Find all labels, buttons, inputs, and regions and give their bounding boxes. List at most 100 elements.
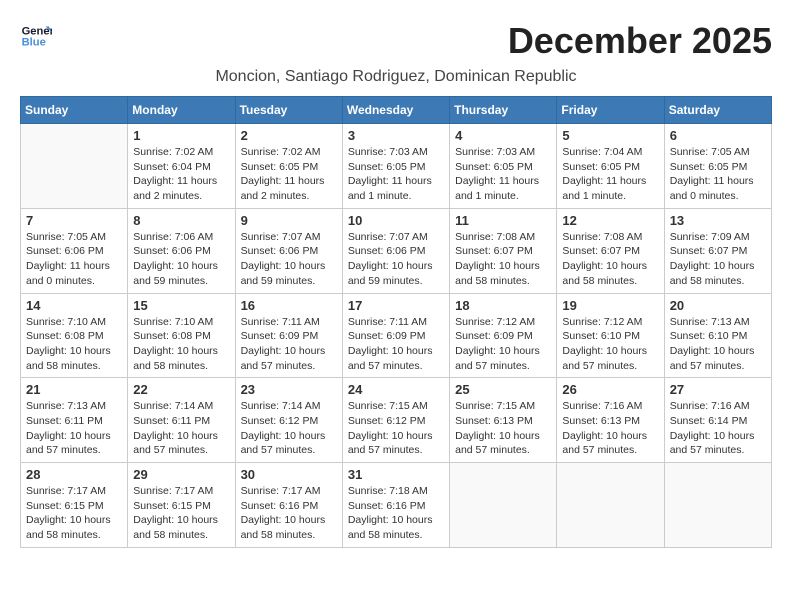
cell-day-number: 29 — [133, 467, 229, 482]
cell-day-number: 31 — [348, 467, 444, 482]
weekday-header-tuesday: Tuesday — [235, 97, 342, 124]
cell-day-number: 9 — [241, 213, 337, 228]
calendar-cell: 14 Sunrise: 7:10 AM Sunset: 6:08 PM Dayli… — [21, 293, 128, 378]
cell-info-text: Sunrise: 7:18 AM Sunset: 6:16 PM Dayligh… — [348, 484, 444, 543]
cell-day-number: 1 — [133, 128, 229, 143]
cell-day-number: 8 — [133, 213, 229, 228]
page-header: General Blue December 2025 — [20, 20, 772, 66]
cell-info-text: Sunrise: 7:11 AM Sunset: 6:09 PM Dayligh… — [241, 315, 337, 374]
calendar-cell — [557, 463, 664, 548]
cell-info-text: Sunrise: 7:15 AM Sunset: 6:12 PM Dayligh… — [348, 399, 444, 458]
logo-icon: General Blue — [20, 20, 52, 52]
calendar-cell: 18 Sunrise: 7:12 AM Sunset: 6:09 PM Dayli… — [450, 293, 557, 378]
cell-info-text: Sunrise: 7:10 AM Sunset: 6:08 PM Dayligh… — [26, 315, 122, 374]
cell-info-text: Sunrise: 7:14 AM Sunset: 6:12 PM Dayligh… — [241, 399, 337, 458]
cell-day-number: 10 — [348, 213, 444, 228]
calendar-cell: 4Sunrise: 7:03 AM Sunset: 6:05 PM Daylig… — [450, 124, 557, 209]
calendar-week-row: 14 Sunrise: 7:10 AM Sunset: 6:08 PM Dayli… — [21, 293, 772, 378]
cell-info-text: Sunrise: 7:03 AM Sunset: 6:05 PM Dayligh… — [455, 145, 551, 204]
page-container: General Blue December 2025 Moncion, Sant… — [20, 20, 772, 548]
cell-info-text: Sunrise: 7:06 AM Sunset: 6:06 PM Dayligh… — [133, 230, 229, 289]
calendar-cell: 26 Sunrise: 7:16 AM Sunset: 6:13 PM Dayli… — [557, 378, 664, 463]
cell-info-text: Sunrise: 7:08 AM Sunset: 6:07 PM Dayligh… — [455, 230, 551, 289]
cell-day-number: 13 — [670, 213, 766, 228]
weekday-header-row: SundayMondayTuesdayWednesdayThursdayFrid… — [21, 97, 772, 124]
calendar-cell: 8 Sunrise: 7:06 AM Sunset: 6:06 PM Daylig… — [128, 208, 235, 293]
cell-day-number: 15 — [133, 298, 229, 313]
weekday-header-thursday: Thursday — [450, 97, 557, 124]
calendar-cell: 31 Sunrise: 7:18 AM Sunset: 6:16 PM Dayli… — [342, 463, 449, 548]
cell-info-text: Sunrise: 7:15 AM Sunset: 6:13 PM Dayligh… — [455, 399, 551, 458]
calendar-cell — [664, 463, 771, 548]
calendar-cell: 21 Sunrise: 7:13 AM Sunset: 6:11 PM Dayli… — [21, 378, 128, 463]
cell-day-number: 6 — [670, 128, 766, 143]
calendar-cell: 28Sunrise: 7:17 AM Sunset: 6:15 PM Dayli… — [21, 463, 128, 548]
calendar-cell: 5 Sunrise: 7:04 AM Sunset: 6:05 PM Daylig… — [557, 124, 664, 209]
cell-day-number: 30 — [241, 467, 337, 482]
calendar-cell: 27 Sunrise: 7:16 AM Sunset: 6:14 PM Dayli… — [664, 378, 771, 463]
calendar-cell: 3 Sunrise: 7:03 AM Sunset: 6:05 PM Daylig… — [342, 124, 449, 209]
logo: General Blue — [20, 20, 56, 52]
cell-day-number: 7 — [26, 213, 122, 228]
calendar-cell: 11 Sunrise: 7:08 AM Sunset: 6:07 PM Dayli… — [450, 208, 557, 293]
cell-day-number: 14 — [26, 298, 122, 313]
cell-info-text: Sunrise: 7:07 AM Sunset: 6:06 PM Dayligh… — [241, 230, 337, 289]
calendar-cell: 22 Sunrise: 7:14 AM Sunset: 6:11 PM Dayli… — [128, 378, 235, 463]
calendar-cell: 12Sunrise: 7:08 AM Sunset: 6:07 PM Dayli… — [557, 208, 664, 293]
calendar-cell: 15 Sunrise: 7:10 AM Sunset: 6:08 PM Dayli… — [128, 293, 235, 378]
calendar-cell: 30Sunrise: 7:17 AM Sunset: 6:16 PM Dayli… — [235, 463, 342, 548]
calendar-week-row: 1Sunrise: 7:02 AM Sunset: 6:04 PM Daylig… — [21, 124, 772, 209]
cell-info-text: Sunrise: 7:11 AM Sunset: 6:09 PM Dayligh… — [348, 315, 444, 374]
calendar-cell — [450, 463, 557, 548]
title-section: December 2025 — [508, 20, 772, 62]
cell-info-text: Sunrise: 7:04 AM Sunset: 6:05 PM Dayligh… — [562, 145, 658, 204]
cell-info-text: Sunrise: 7:16 AM Sunset: 6:14 PM Dayligh… — [670, 399, 766, 458]
cell-info-text: Sunrise: 7:09 AM Sunset: 6:07 PM Dayligh… — [670, 230, 766, 289]
calendar-cell: 23Sunrise: 7:14 AM Sunset: 6:12 PM Dayli… — [235, 378, 342, 463]
calendar-cell: 20Sunrise: 7:13 AM Sunset: 6:10 PM Dayli… — [664, 293, 771, 378]
cell-day-number: 22 — [133, 382, 229, 397]
location-title: Moncion, Santiago Rodriguez, Dominican R… — [20, 68, 772, 86]
cell-info-text: Sunrise: 7:12 AM Sunset: 6:10 PM Dayligh… — [562, 315, 658, 374]
cell-info-text: Sunrise: 7:17 AM Sunset: 6:15 PM Dayligh… — [133, 484, 229, 543]
calendar-cell: 6 Sunrise: 7:05 AM Sunset: 6:05 PM Daylig… — [664, 124, 771, 209]
cell-info-text: Sunrise: 7:13 AM Sunset: 6:11 PM Dayligh… — [26, 399, 122, 458]
calendar-cell: 13 Sunrise: 7:09 AM Sunset: 6:07 PM Dayli… — [664, 208, 771, 293]
calendar-cell: 9 Sunrise: 7:07 AM Sunset: 6:06 PM Daylig… — [235, 208, 342, 293]
cell-day-number: 11 — [455, 213, 551, 228]
cell-info-text: Sunrise: 7:03 AM Sunset: 6:05 PM Dayligh… — [348, 145, 444, 204]
cell-info-text: Sunrise: 7:12 AM Sunset: 6:09 PM Dayligh… — [455, 315, 551, 374]
calendar-cell: 17Sunrise: 7:11 AM Sunset: 6:09 PM Dayli… — [342, 293, 449, 378]
calendar-week-row: 28 Sunrise: 7:17 AM Sunset: 6:15 PM Dayli… — [21, 463, 772, 548]
cell-day-number: 21 — [26, 382, 122, 397]
cell-day-number: 18 — [455, 298, 551, 313]
cell-info-text: Sunrise: 7:05 AM Sunset: 6:05 PM Dayligh… — [670, 145, 766, 204]
cell-info-text: Sunrise: 7:05 AM Sunset: 6:06 PM Dayligh… — [26, 230, 122, 289]
calendar-cell — [21, 124, 128, 209]
cell-info-text: Sunrise: 7:07 AM Sunset: 6:06 PM Dayligh… — [348, 230, 444, 289]
cell-day-number: 2 — [241, 128, 337, 143]
calendar-cell: 1Sunrise: 7:02 AM Sunset: 6:04 PM Daylig… — [128, 124, 235, 209]
cell-day-number: 26 — [562, 382, 658, 397]
cell-day-number: 3 — [348, 128, 444, 143]
calendar-cell: 25Sunrise: 7:15 AM Sunset: 6:13 PM Dayli… — [450, 378, 557, 463]
cell-info-text: Sunrise: 7:02 AM Sunset: 6:05 PM Dayligh… — [241, 145, 337, 204]
month-year-title: December 2025 — [508, 20, 772, 62]
calendar-week-row: 7 Sunrise: 7:05 AM Sunset: 6:06 PM Daylig… — [21, 208, 772, 293]
cell-day-number: 28 — [26, 467, 122, 482]
cell-day-number: 27 — [670, 382, 766, 397]
cell-info-text: Sunrise: 7:14 AM Sunset: 6:11 PM Dayligh… — [133, 399, 229, 458]
calendar-cell: 7 Sunrise: 7:05 AM Sunset: 6:06 PM Daylig… — [21, 208, 128, 293]
calendar-cell: 16Sunrise: 7:11 AM Sunset: 6:09 PM Dayli… — [235, 293, 342, 378]
cell-info-text: Sunrise: 7:16 AM Sunset: 6:13 PM Dayligh… — [562, 399, 658, 458]
calendar-cell: 19 Sunrise: 7:12 AM Sunset: 6:10 PM Dayli… — [557, 293, 664, 378]
cell-day-number: 5 — [562, 128, 658, 143]
calendar-cell: 29 Sunrise: 7:17 AM Sunset: 6:15 PM Dayli… — [128, 463, 235, 548]
cell-day-number: 19 — [562, 298, 658, 313]
cell-info-text: Sunrise: 7:13 AM Sunset: 6:10 PM Dayligh… — [670, 315, 766, 374]
weekday-header-friday: Friday — [557, 97, 664, 124]
cell-info-text: Sunrise: 7:08 AM Sunset: 6:07 PM Dayligh… — [562, 230, 658, 289]
cell-info-text: Sunrise: 7:10 AM Sunset: 6:08 PM Dayligh… — [133, 315, 229, 374]
calendar-cell: 24Sunrise: 7:15 AM Sunset: 6:12 PM Dayli… — [342, 378, 449, 463]
weekday-header-sunday: Sunday — [21, 97, 128, 124]
